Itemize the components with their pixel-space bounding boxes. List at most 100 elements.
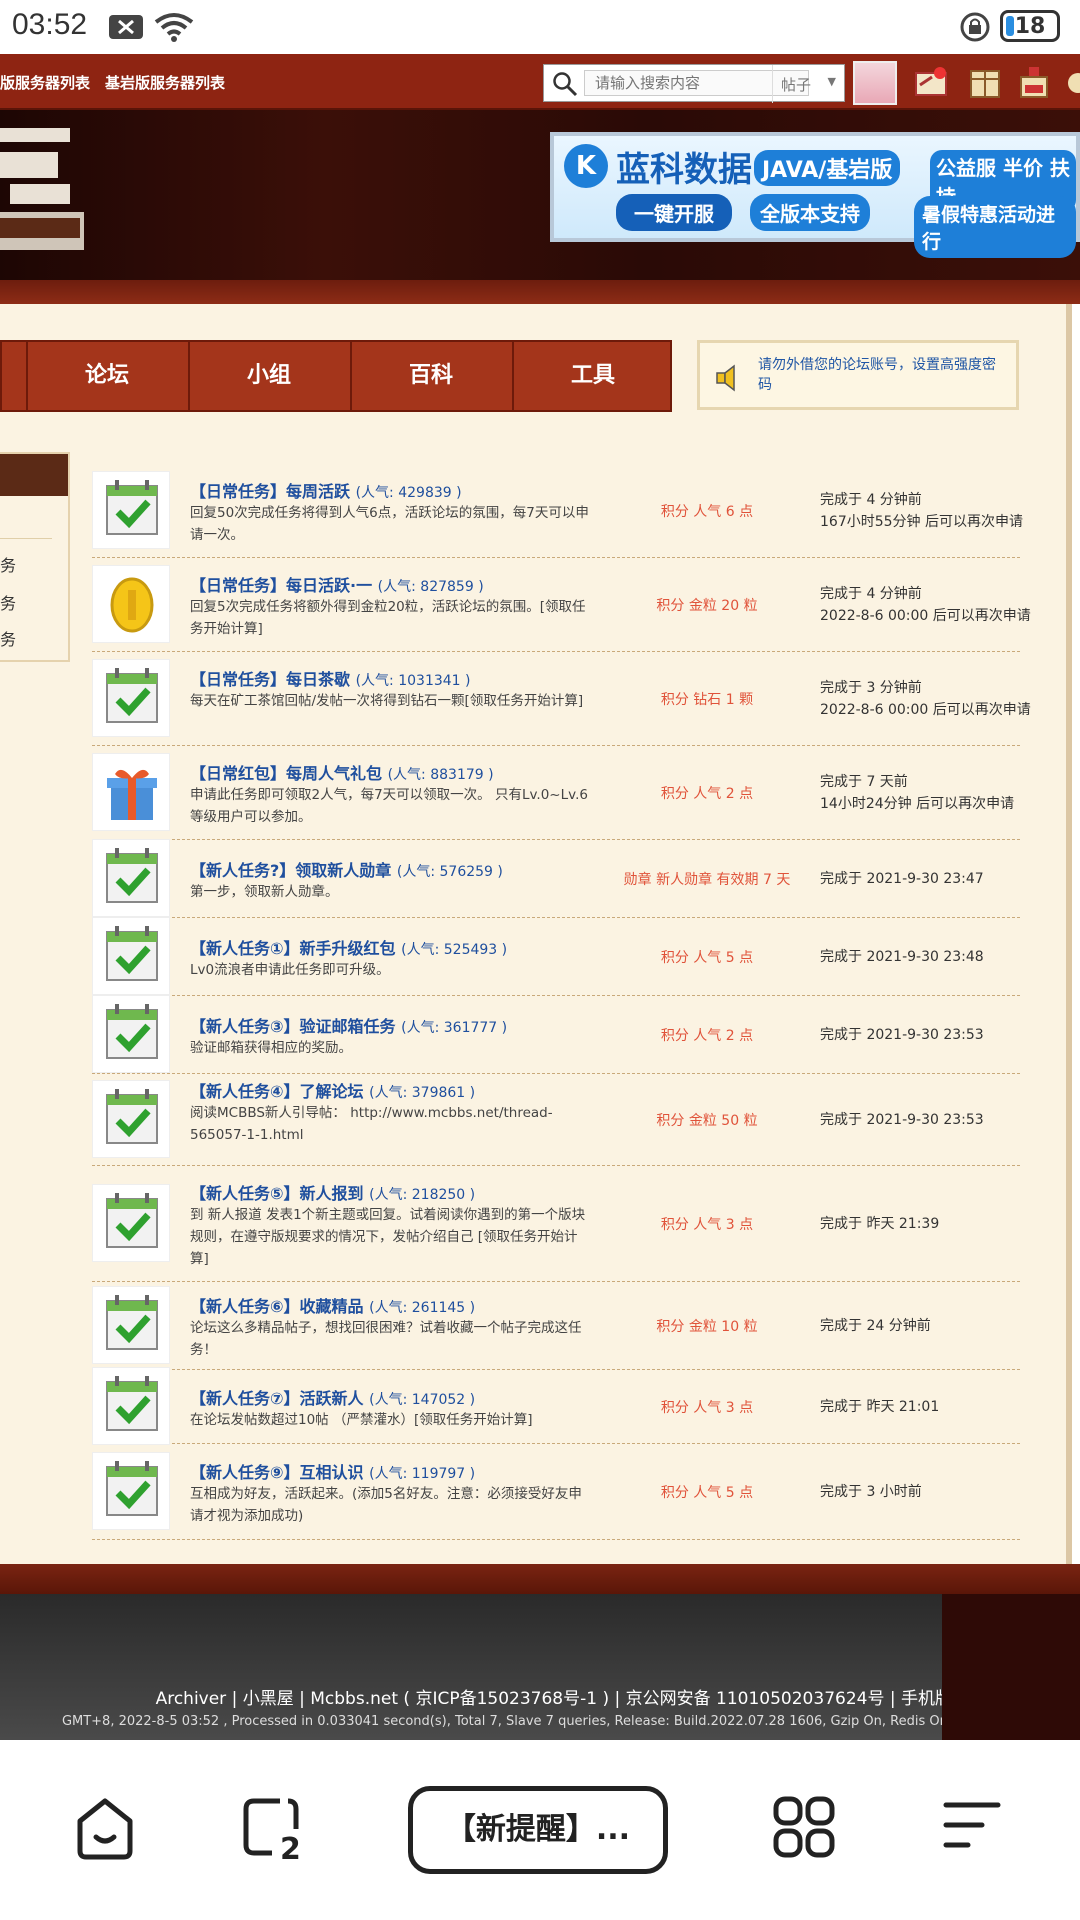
task-description: 第一步，领取新人勋章。 <box>190 884 339 900</box>
ad-banner[interactable]: K 蓝科数据 JAVA/基岩版 公益服 半价 扶持 一键开服 全版本支持 暑假特… <box>550 132 1080 258</box>
task-title[interactable]: 【新人任务⑥】收藏精品 (人气: 261145 ) <box>190 1293 475 1317</box>
task-title[interactable]: 【新人任务①】新手升级红包 (人气: 525493 ) <box>190 935 507 959</box>
apps-grid-icon[interactable] <box>772 1795 836 1859</box>
nav-wiki[interactable]: 百科 <box>350 342 510 410</box>
svg-text:2: 2 <box>280 1832 301 1861</box>
task-status: 完成于 昨天 21:39 <box>820 1213 1020 1235</box>
main-nav: 论坛 小组 百科 工具 <box>0 340 672 412</box>
footer-links[interactable]: Archiver | 小黑屋 | Mcbbs.net ( 京ICP备150237… <box>156 1684 952 1709</box>
ad-all-versions: 全版本支持 <box>750 194 870 231</box>
task-row[interactable]: 【新人任务④】了解论坛 (人气: 379861 ) 阅读MCBBS新人引导帖： h… <box>92 1074 1020 1166</box>
search-icon[interactable] <box>552 71 578 97</box>
current-tab-button[interactable]: 【新提醒】... <box>408 1786 668 1874</box>
task-popularity: (人气: 147052 ) <box>369 1392 476 1408</box>
task-title[interactable]: 【日常任务】每日茶歇 (人气: 1031341 ) <box>190 666 471 690</box>
check-icon <box>92 917 170 995</box>
task-reward: 积分 人气 5 点 <box>660 1485 754 1501</box>
task-title[interactable]: 【新人任务⑨】互相认识 (人气: 119797 ) <box>190 1459 475 1483</box>
check-icon <box>92 839 170 917</box>
task-title[interactable]: 【新人任务④】了解论坛 (人气: 379861 ) <box>190 1078 475 1102</box>
nav-tools[interactable]: 工具 <box>512 342 672 410</box>
task-title-text[interactable]: 【日常任务】每周活跃 <box>190 482 350 501</box>
sidebar-header <box>0 454 68 496</box>
task-status-completed: 完成于 4 分钟前 <box>820 586 922 602</box>
sidebar-item[interactable]: 务 <box>0 552 16 576</box>
task-title[interactable]: 【新人任务⑦】活跃新人 (人气: 147052 ) <box>190 1385 475 1409</box>
task-row[interactable]: 【新人任务⑤】新人报到 (人气: 218250 ) 到 新人报道 发表1个新主题或… <box>92 1166 1020 1282</box>
wifi-icon <box>154 13 194 42</box>
task-row[interactable]: 【新人任务?】领取新人勋章 (人气: 576259 ) 第一步，领取新人勋章。 勋章… <box>92 839 1020 918</box>
potion-icon[interactable] <box>1015 63 1055 103</box>
speaker-icon <box>716 364 735 392</box>
task-status-completed: 完成于 4 分钟前 <box>820 492 922 508</box>
task-row[interactable]: 【新人任务①】新手升级红包 (人气: 525493 ) Lv0流浪者申请此任务即可… <box>92 917 1020 996</box>
task-row[interactable]: 【新人任务⑨】互相认识 (人气: 119797 ) 互相成为好友，活跃起来。(添加… <box>92 1444 1020 1540</box>
task-status: 完成于 3 小时前 <box>820 1481 1020 1503</box>
task-title-text[interactable]: 【新人任务⑤】新人报到 <box>190 1184 364 1203</box>
task-title[interactable]: 【日常任务】每日活跃·一 (人气: 827859 ) <box>190 572 484 596</box>
gift-icon <box>92 753 170 831</box>
home-icon[interactable] <box>74 1795 136 1861</box>
sidebar-menu: 务 务 务 <box>0 452 70 662</box>
task-row[interactable]: 【日常任务】每周活跃 (人气: 429839 ) 回复50次完成任务将得到人气6点… <box>92 464 1023 558</box>
task-popularity: (人气: 827859 ) <box>377 579 484 595</box>
nav-groups[interactable]: 小组 <box>188 342 348 410</box>
task-row[interactable]: 【日常任务】每日活跃·一 (人气: 827859 ) 回复5次完成任务将额外得到金… <box>92 558 1031 652</box>
more-icon[interactable] <box>1066 63 1080 103</box>
sidebar-divider <box>0 538 52 539</box>
task-popularity: (人气: 261145 ) <box>369 1300 476 1316</box>
task-status: 完成于 2021-9-30 23:53 <box>820 1024 1020 1046</box>
task-status: 完成于 4 分钟前 2022-8-6 00:00 后可以再次申请 <box>820 583 1031 627</box>
task-status-completed: 完成于 昨天 21:01 <box>820 1399 940 1415</box>
task-description: 论坛这么多精品帖子，想找回很困难？试着收藏一个帖子完成这任务！ <box>190 1320 582 1358</box>
task-status: 完成于 4 分钟前 167小时55分钟 后可以再次申请 <box>820 489 1023 533</box>
site-logo[interactable] <box>0 128 90 253</box>
task-title-text[interactable]: 【新人任务?】领取新人勋章 <box>190 861 391 880</box>
search-box: 帖子 ▼ <box>543 64 846 103</box>
menu-icon[interactable] <box>942 1795 1002 1855</box>
task-title-text[interactable]: 【新人任务⑨】互相认识 <box>190 1463 364 1482</box>
tabs-count-icon[interactable]: 2 <box>240 1795 306 1861</box>
task-popularity: (人气: 525493 ) <box>401 942 508 958</box>
task-status: 完成于 3 分钟前 2022-8-6 00:00 后可以再次申请 <box>820 677 1031 721</box>
task-description: 互相成为好友，活跃起来。(添加5名好友。注意：必须接受好友申请才视为添加成功) <box>190 1486 582 1524</box>
task-title-text[interactable]: 【日常任务】每日茶歇 <box>190 670 350 689</box>
main-panel: 论坛 小组 百科 工具 请勿外借您的论坛账号，设置高强度密码 务 务 务 【日常… <box>0 304 1072 1564</box>
battery-level: 18 <box>1014 13 1046 39</box>
site-header: K 蓝科数据 JAVA/基岩版 公益服 半价 扶持 一键开服 全版本支持 暑假特… <box>0 110 1080 280</box>
task-row[interactable]: 【日常任务】每日茶歇 (人气: 1031341 ) 每天在矿工茶馆回帖/发帖一次将… <box>92 652 1031 746</box>
task-title-text[interactable]: 【新人任务④】了解论坛 <box>190 1082 364 1101</box>
task-title-text[interactable]: 【新人任务③】验证邮箱任务 <box>190 1017 396 1036</box>
task-status-completed: 完成于 2021-9-30 23:48 <box>820 949 984 965</box>
search-type-select[interactable]: 帖子 ▼ <box>772 65 846 103</box>
task-title-text[interactable]: 【新人任务⑦】活跃新人 <box>190 1389 364 1408</box>
task-popularity: (人气: 1031341 ) <box>355 673 471 689</box>
task-reward: 积分 金粒 50 粒 <box>656 1113 758 1129</box>
task-row[interactable]: 【新人任务⑦】活跃新人 (人气: 147052 ) 在论坛发帖数超过10帖 （严禁… <box>92 1367 1020 1445</box>
task-popularity: (人气: 883179 ) <box>387 767 494 783</box>
notification-icon[interactable] <box>912 63 952 103</box>
task-title[interactable]: 【日常红包】每周人气礼包 (人气: 883179 ) <box>190 760 494 784</box>
server-list-link[interactable]: 版服务器列表 <box>0 72 90 93</box>
task-title[interactable]: 【新人任务③】验证邮箱任务 (人气: 361777 ) <box>190 1013 507 1037</box>
task-description: 申请此任务即可领取2人气，每7天可以领取一次。 只有Lv.0~Lv.6等级用户可… <box>190 787 588 825</box>
task-title-text[interactable]: 【日常任务】每日活跃·一 <box>190 576 372 595</box>
box-icon[interactable] <box>965 63 1005 103</box>
task-title[interactable]: 【新人任务?】领取新人勋章 (人气: 576259 ) <box>190 857 503 881</box>
task-status-completed: 完成于 2021-9-30 23:53 <box>820 1112 984 1128</box>
sidebar-item[interactable]: 务 <box>0 626 16 650</box>
sidebar-item[interactable]: 务 <box>0 590 16 614</box>
user-avatar[interactable] <box>853 61 897 105</box>
nav-forum[interactable]: 论坛 <box>26 342 186 410</box>
task-title-text[interactable]: 【日常红包】每周人气礼包 <box>190 764 382 783</box>
task-status: 完成于 昨天 21:01 <box>820 1396 1020 1418</box>
task-title-text[interactable]: 【新人任务①】新手升级红包 <box>190 939 396 958</box>
task-row[interactable]: 【新人任务⑥】收藏精品 (人气: 261145 ) 论坛这么多精品帖子，想找回很困… <box>92 1282 1020 1370</box>
bedrock-server-list-link[interactable]: 基岩版服务器列表 <box>105 72 225 93</box>
task-title-text[interactable]: 【新人任务⑥】收藏精品 <box>190 1297 364 1316</box>
task-title[interactable]: 【新人任务⑤】新人报到 (人气: 218250 ) <box>190 1180 475 1204</box>
chevron-down-icon: ▼ <box>827 75 836 88</box>
task-title[interactable]: 【日常任务】每周活跃 (人气: 429839 ) <box>190 478 462 502</box>
task-row[interactable]: 【新人任务③】验证邮箱任务 (人气: 361777 ) 验证邮箱获得相应的奖励。 积… <box>92 995 1020 1074</box>
task-row[interactable]: 【日常红包】每周人气礼包 (人气: 883179 ) 申请此任务即可领取2人气，每… <box>92 746 1020 840</box>
